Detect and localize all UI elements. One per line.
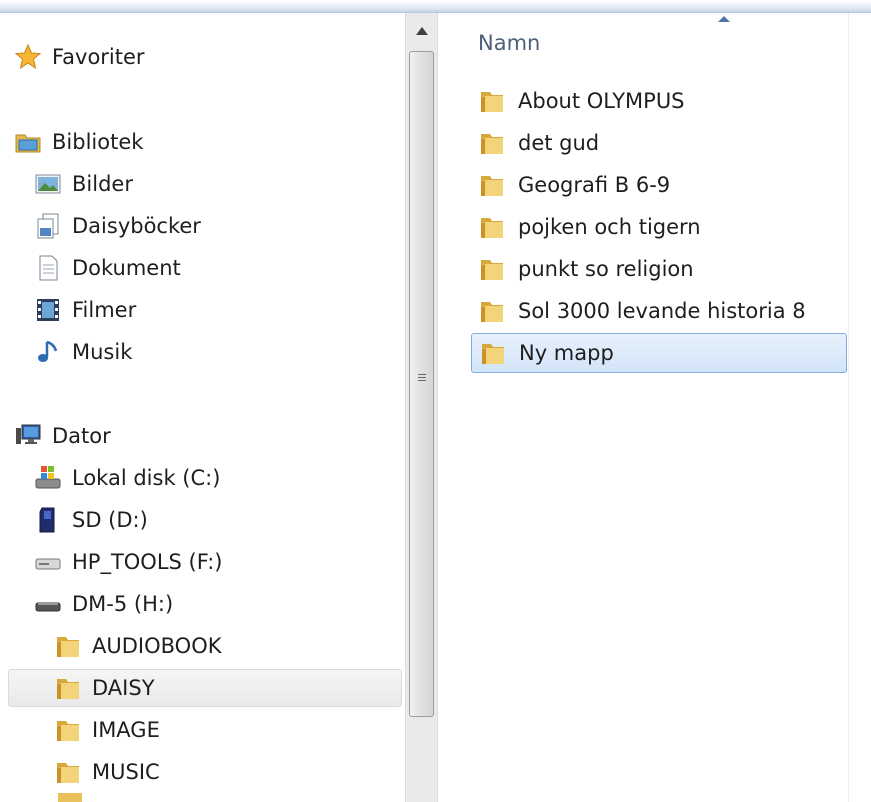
navigation-pane: Favoriter Bibliotek Bilder Daisyböcker D… xyxy=(0,13,405,802)
nav-item-bibliotek[interactable]: Bibliotek xyxy=(14,123,143,161)
folder-icon xyxy=(478,87,506,115)
grip-line xyxy=(418,380,426,381)
folder-icon xyxy=(54,674,82,702)
nav-item-daisybocker[interactable]: Daisyböcker xyxy=(34,207,201,245)
nav-item-audiobook[interactable]: AUDIOBOOK xyxy=(54,627,222,665)
scroll-up-button[interactable] xyxy=(406,13,437,49)
pictures-icon xyxy=(34,170,62,198)
file-name: punkt so religion xyxy=(518,257,694,281)
nav-item-label: DM-5 (H:) xyxy=(72,592,174,616)
nav-item-label: Dokument xyxy=(72,256,181,280)
folder-icon xyxy=(478,255,506,283)
folder-icon xyxy=(54,716,82,744)
removable-drive-icon xyxy=(34,590,62,618)
nav-item-image[interactable]: IMAGE xyxy=(54,711,160,749)
nav-item-label: Bilder xyxy=(72,172,133,196)
file-name: Geografi B 6-9 xyxy=(518,173,671,197)
column-divider xyxy=(848,13,849,802)
nav-item-dokument[interactable]: Dokument xyxy=(34,249,181,287)
file-name: det gud xyxy=(518,131,600,155)
music-note-icon xyxy=(34,338,62,366)
chevron-up-icon xyxy=(415,27,428,35)
nav-item-label: Bibliotek xyxy=(52,130,144,154)
nav-item-label: Musik xyxy=(72,340,133,364)
nav-item-lokal-disk[interactable]: Lokal disk (C:) xyxy=(34,459,220,497)
nav-item-label: DAISY xyxy=(92,676,155,700)
computer-icon xyxy=(14,422,42,450)
film-icon xyxy=(34,296,62,324)
file-row[interactable]: punkt so religion xyxy=(471,249,847,289)
folder-icon xyxy=(54,758,82,786)
file-name: About OLYMPUS xyxy=(518,89,685,113)
nav-item-label: HP_TOOLS (F:) xyxy=(72,550,223,574)
file-row[interactable]: pojken och tigern xyxy=(471,207,847,247)
nav-item-musik[interactable]: Musik xyxy=(34,333,132,371)
nav-item-label: Dator xyxy=(52,424,111,448)
nav-item-label: SD (D:) xyxy=(72,508,148,532)
nav-item-hp-tools[interactable]: HP_TOOLS (F:) xyxy=(34,543,222,581)
file-row-selected[interactable]: Ny mapp xyxy=(471,333,847,373)
nav-item-label: IMAGE xyxy=(92,718,160,742)
grip-line xyxy=(418,374,426,375)
document-icon xyxy=(34,254,62,282)
system-drive-icon xyxy=(34,464,62,492)
folder-icon xyxy=(478,129,506,157)
nav-item-label: Daisyböcker xyxy=(72,214,201,238)
folder-icon xyxy=(478,297,506,325)
nav-item-label: Filmer xyxy=(72,298,137,322)
file-list-pane: Namn About OLYMPUS det gud Geografi B 6-… xyxy=(438,13,871,802)
nav-item-daisy[interactable]: DAISY xyxy=(8,669,402,707)
file-name: Sol 3000 levande historia 8 xyxy=(518,299,806,323)
grip-line xyxy=(418,377,426,378)
library-icon xyxy=(14,128,42,156)
folder-icon xyxy=(478,213,506,241)
file-row[interactable]: Sol 3000 levande historia 8 xyxy=(471,291,847,331)
drive-icon xyxy=(34,548,62,576)
folder-icon-partial xyxy=(58,793,82,802)
folder-icon xyxy=(479,339,507,367)
nav-item-favoriter[interactable]: Favoriter xyxy=(14,38,145,76)
file-row[interactable]: About OLYMPUS xyxy=(471,81,847,121)
nav-item-bilder[interactable]: Bilder xyxy=(34,165,133,203)
nav-item-dator[interactable]: Dator xyxy=(14,417,111,455)
folder-icon xyxy=(54,632,82,660)
navigation-scrollbar[interactable] xyxy=(405,13,438,802)
scroll-thumb[interactable] xyxy=(409,51,434,717)
file-name: Ny mapp xyxy=(519,341,614,365)
nav-item-music[interactable]: MUSIC xyxy=(54,753,160,791)
file-row[interactable]: det gud xyxy=(471,123,847,163)
nav-item-label: AUDIOBOOK xyxy=(92,634,222,658)
file-name: pojken och tigern xyxy=(518,215,701,239)
file-row[interactable]: Geografi B 6-9 xyxy=(471,165,847,205)
nav-item-label: MUSIC xyxy=(92,760,160,784)
nav-item-dm5[interactable]: DM-5 (H:) xyxy=(34,585,173,623)
nav-item-label: Favoriter xyxy=(52,45,145,69)
window-top-edge xyxy=(0,0,871,12)
nav-item-sd[interactable]: SD (D:) xyxy=(34,501,148,539)
nav-item-filmer[interactable]: Filmer xyxy=(34,291,136,329)
sort-ascending-icon xyxy=(718,16,730,22)
document-library-icon xyxy=(34,212,62,240)
column-header-namn[interactable]: Namn xyxy=(478,31,540,55)
sd-card-icon xyxy=(34,506,62,534)
nav-item-label: Lokal disk (C:) xyxy=(72,466,221,490)
folder-icon xyxy=(478,171,506,199)
star-icon xyxy=(14,43,42,71)
